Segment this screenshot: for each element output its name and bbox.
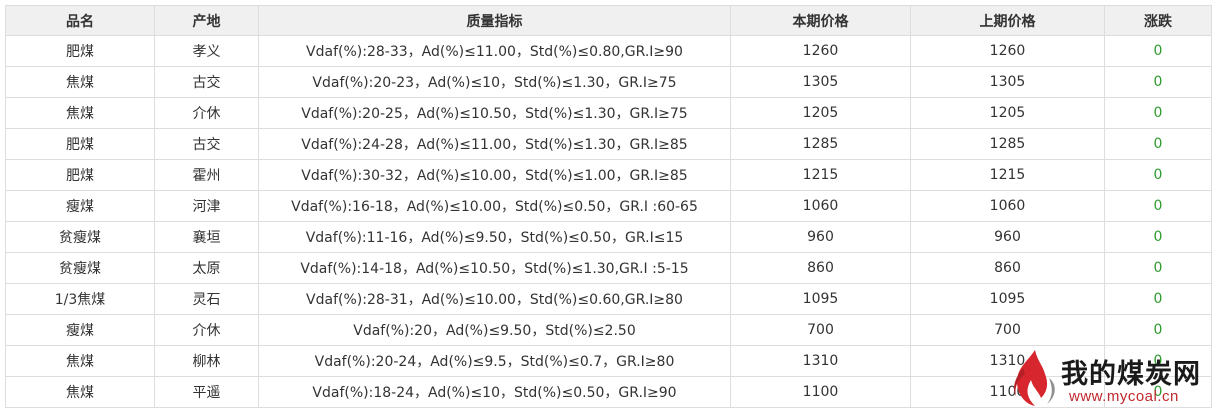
- cell-current-price: 1060: [730, 190, 911, 222]
- cell-origin: 襄垣: [154, 221, 259, 253]
- header-change: 涨跌: [1104, 5, 1212, 36]
- header-previous-price: 上期价格: [910, 5, 1105, 36]
- cell-change: 0: [1104, 128, 1212, 160]
- cell-quality: Vdaf(%):16-18，Ad(%)≤10.00，Std(%)≤0.50，GR…: [258, 190, 731, 222]
- cell-name: 焦煤: [5, 376, 155, 408]
- table-body: 肥煤 孝义 Vdaf(%):28-33，Ad(%)≤11.00，Std(%)≤0.8…: [5, 35, 1212, 408]
- cell-current-price: 860: [730, 252, 911, 284]
- table-row: 焦煤 平遥 Vdaf(%):18-24，Ad(%)≤10，Std(%)≤0.50，G…: [5, 376, 1212, 408]
- table-row: 贫瘦煤 襄垣 Vdaf(%):11-16，Ad(%)≤9.50，Std(%)≤0.5…: [5, 221, 1212, 253]
- table-row: 焦煤 古交 Vdaf(%):20-23，Ad(%)≤10，Std(%)≤1.30，G…: [5, 66, 1212, 98]
- cell-name: 焦煤: [5, 66, 155, 98]
- cell-name: 肥煤: [5, 35, 155, 67]
- cell-name: 1/3焦煤: [5, 283, 155, 315]
- cell-quality: Vdaf(%):20-24，Ad(%)≤9.5，Std(%)≤0.7，GR.I≥…: [258, 345, 731, 377]
- cell-previous-price: 1260: [910, 35, 1105, 67]
- table-row: 肥煤 古交 Vdaf(%):24-28，Ad(%)≤11.00，Std(%)≤1.3…: [5, 128, 1212, 160]
- cell-current-price: 1305: [730, 66, 911, 98]
- cell-origin: 孝义: [154, 35, 259, 67]
- cell-previous-price: 860: [910, 252, 1105, 284]
- cell-origin: 太原: [154, 252, 259, 284]
- table-row: 瘦煤 河津 Vdaf(%):16-18，Ad(%)≤10.00，Std(%)≤0.5…: [5, 190, 1212, 222]
- cell-previous-price: 1205: [910, 97, 1105, 129]
- cell-current-price: 1310: [730, 345, 911, 377]
- cell-current-price: 1285: [730, 128, 911, 160]
- header-current-price: 本期价格: [730, 5, 911, 36]
- table-header: 品名 产地 质量指标 本期价格 上期价格 涨跌: [5, 5, 1212, 36]
- cell-previous-price: 1310: [910, 345, 1105, 377]
- cell-origin: 河津: [154, 190, 259, 222]
- table-row: 焦煤 柳林 Vdaf(%):20-24，Ad(%)≤9.5，Std(%)≤0.7，G…: [5, 345, 1212, 377]
- cell-quality: Vdaf(%):11-16，Ad(%)≤9.50，Std(%)≤0.50，GR.…: [258, 221, 731, 253]
- cell-previous-price: 960: [910, 221, 1105, 253]
- cell-previous-price: 1285: [910, 128, 1105, 160]
- cell-change: 0: [1104, 190, 1212, 222]
- cell-change: 0: [1104, 66, 1212, 98]
- cell-change: 0: [1104, 376, 1212, 408]
- cell-previous-price: 1100: [910, 376, 1105, 408]
- cell-origin: 霍州: [154, 159, 259, 191]
- cell-origin: 介休: [154, 97, 259, 129]
- cell-origin: 介休: [154, 314, 259, 346]
- cell-quality: Vdaf(%):14-18，Ad(%)≤10.50，Std(%)≤1.30,GR…: [258, 252, 731, 284]
- table-row: 肥煤 孝义 Vdaf(%):28-33，Ad(%)≤11.00，Std(%)≤0.8…: [5, 35, 1212, 67]
- cell-name: 贫瘦煤: [5, 252, 155, 284]
- cell-name: 焦煤: [5, 345, 155, 377]
- table-row: 贫瘦煤 太原 Vdaf(%):14-18，Ad(%)≤10.50，Std(%)≤1.…: [5, 252, 1212, 284]
- cell-quality: Vdaf(%):20，Ad(%)≤9.50，Std(%)≤2.50: [258, 314, 731, 346]
- cell-current-price: 1215: [730, 159, 911, 191]
- cell-current-price: 1100: [730, 376, 911, 408]
- cell-origin: 灵石: [154, 283, 259, 315]
- header-quality: 质量指标: [258, 5, 731, 36]
- cell-origin: 古交: [154, 128, 259, 160]
- cell-quality: Vdaf(%):28-31，Ad(%)≤10.00，Std(%)≤0.60,GR…: [258, 283, 731, 315]
- cell-previous-price: 1095: [910, 283, 1105, 315]
- cell-name: 焦煤: [5, 97, 155, 129]
- cell-change: 0: [1104, 221, 1212, 253]
- cell-previous-price: 1215: [910, 159, 1105, 191]
- coal-price-table: 品名 产地 质量指标 本期价格 上期价格 涨跌 肥煤 孝义 Vdaf(%):28-3…: [5, 5, 1212, 408]
- cell-change: 0: [1104, 35, 1212, 67]
- cell-quality: Vdaf(%):30-32，Ad(%)≤10.00，Std(%)≤1.00，GR…: [258, 159, 731, 191]
- cell-previous-price: 700: [910, 314, 1105, 346]
- cell-current-price: 960: [730, 221, 911, 253]
- cell-name: 贫瘦煤: [5, 221, 155, 253]
- cell-change: 0: [1104, 314, 1212, 346]
- cell-name: 瘦煤: [5, 314, 155, 346]
- cell-previous-price: 1305: [910, 66, 1105, 98]
- cell-quality: Vdaf(%):28-33，Ad(%)≤11.00，Std(%)≤0.80,GR…: [258, 35, 731, 67]
- cell-current-price: 700: [730, 314, 911, 346]
- cell-change: 0: [1104, 283, 1212, 315]
- cell-change: 0: [1104, 97, 1212, 129]
- cell-origin: 柳林: [154, 345, 259, 377]
- cell-current-price: 1205: [730, 97, 911, 129]
- cell-quality: Vdaf(%):20-25，Ad(%)≤10.50，Std(%)≤1.30，GR…: [258, 97, 731, 129]
- cell-current-price: 1095: [730, 283, 911, 315]
- cell-name: 肥煤: [5, 159, 155, 191]
- header-row: 品名 产地 质量指标 本期价格 上期价格 涨跌: [5, 5, 1212, 36]
- header-name: 品名: [5, 5, 155, 36]
- cell-name: 瘦煤: [5, 190, 155, 222]
- header-origin: 产地: [154, 5, 259, 36]
- cell-origin: 古交: [154, 66, 259, 98]
- cell-current-price: 1260: [730, 35, 911, 67]
- table-row: 肥煤 霍州 Vdaf(%):30-32，Ad(%)≤10.00，Std(%)≤1.0…: [5, 159, 1212, 191]
- cell-change: 0: [1104, 252, 1212, 284]
- cell-quality: Vdaf(%):20-23，Ad(%)≤10，Std(%)≤1.30，GR.I≥…: [258, 66, 731, 98]
- cell-quality: Vdaf(%):24-28，Ad(%)≤11.00，Std(%)≤1.30，GR…: [258, 128, 731, 160]
- cell-change: 0: [1104, 159, 1212, 191]
- table-row: 1/3焦煤 灵石 Vdaf(%):28-31，Ad(%)≤10.00，Std(%)≤…: [5, 283, 1212, 315]
- cell-origin: 平遥: [154, 376, 259, 408]
- cell-previous-price: 1060: [910, 190, 1105, 222]
- table-row: 瘦煤 介休 Vdaf(%):20，Ad(%)≤9.50，Std(%)≤2.50 700…: [5, 314, 1212, 346]
- cell-name: 肥煤: [5, 128, 155, 160]
- cell-change: 0: [1104, 345, 1212, 377]
- table-row: 焦煤 介休 Vdaf(%):20-25，Ad(%)≤10.50，Std(%)≤1.3…: [5, 97, 1212, 129]
- cell-quality: Vdaf(%):18-24，Ad(%)≤10，Std(%)≤0.50，GR.I≥…: [258, 376, 731, 408]
